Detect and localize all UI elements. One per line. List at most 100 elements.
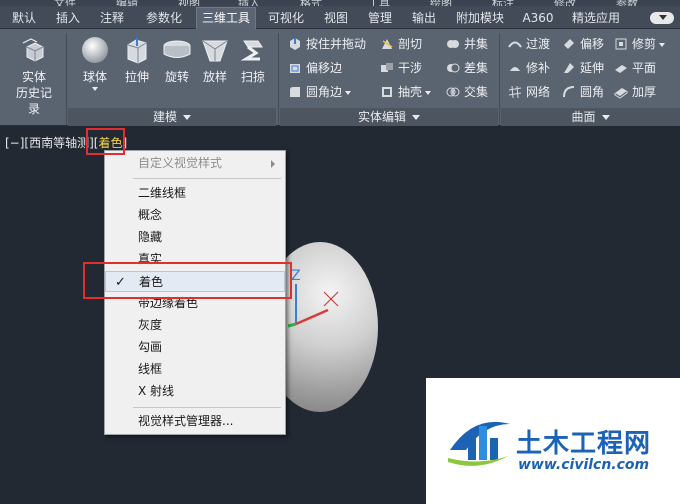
tab-default[interactable]: 默认 (6, 8, 42, 28)
intersect-icon (446, 87, 460, 97)
menu-item-label: 勾画 (138, 340, 163, 354)
solid-history-icon (22, 38, 44, 62)
presspull-label: 按住并拖动 (306, 37, 367, 51)
panel-divider (66, 33, 67, 125)
subtract-button[interactable]: 差集 (446, 59, 488, 77)
sweep-label: 扫掠 (240, 70, 265, 84)
surface-thicken-button[interactable]: 加厚 (614, 83, 656, 101)
tab-visualize[interactable]: 可视化 (262, 8, 310, 28)
ribbon: 实体 历史记录 球体 拉伸 旋转 放样 扫掠 建模 按住并拖动 偏移边 圆角边 … (0, 29, 680, 126)
ribbon-options-dropdown-icon[interactable] (650, 12, 674, 24)
menu-item-label: 视觉样式管理器... (138, 414, 234, 428)
menu-item-wireframe[interactable]: 线框 (105, 359, 285, 380)
tab-a360[interactable]: A360 (518, 8, 558, 28)
surface-trim-button[interactable]: 修剪 (614, 35, 666, 53)
revolve-icon (163, 40, 191, 58)
fillet-edge-button[interactable]: 圆角边 (288, 83, 352, 101)
chevron-down-icon (183, 115, 191, 120)
menu-item-shades-of-gray[interactable]: 灰度 (105, 315, 285, 336)
fillet-edge-icon (290, 87, 300, 97)
slice-button[interactable]: 剖切 (380, 35, 422, 53)
sweep-button[interactable]: 扫掠 (234, 33, 272, 85)
menu-item-hidden[interactable]: 隐藏 (105, 227, 285, 248)
extrude-icon (127, 38, 147, 64)
network-icon (508, 85, 522, 99)
offset-edge-label: 偏移边 (306, 61, 343, 75)
civilcn-logo-icon (448, 421, 510, 466)
extrude-button[interactable]: 拉伸 (118, 33, 156, 85)
surface-offset-button[interactable]: 偏移 (562, 35, 604, 53)
tab-view[interactable]: 视图 (318, 8, 354, 28)
shell-dropdown-icon[interactable] (425, 90, 432, 95)
menu-item-label: 概念 (138, 208, 163, 222)
tab-annotate[interactable]: 注释 (94, 8, 130, 28)
revolve-button[interactable]: 旋转 (158, 33, 196, 85)
surface-network-label: 网络 (526, 85, 551, 99)
surface-panel-label: 曲面 (571, 110, 596, 124)
surface-patch-label: 修补 (526, 61, 551, 75)
surface-blend-button[interactable]: 过渡 (508, 35, 550, 53)
interfere-button[interactable]: 干涉 (380, 59, 422, 77)
viewport-controls-label[interactable]: [−][西南等轴测] (5, 136, 94, 150)
tab-addins[interactable]: 附加模块 (450, 8, 510, 28)
offset-icon (564, 39, 574, 49)
fillet-edge-dropdown-icon[interactable] (345, 90, 352, 95)
surface-trim-label: 修剪 (632, 37, 657, 51)
extrude-label: 拉伸 (124, 70, 149, 84)
menu-item-label: 自定义视觉样式 (138, 156, 223, 170)
union-label: 并集 (464, 37, 489, 51)
sphere-icon (82, 37, 108, 63)
surface-panel-title[interactable]: 曲面 (501, 108, 680, 126)
panel-divider (278, 33, 279, 125)
menu-item-label: 线框 (138, 362, 163, 376)
trim-dropdown-icon[interactable] (659, 42, 666, 47)
tab-manage[interactable]: 管理 (362, 8, 398, 28)
watermark: 土木工程网 www.civilcn.com (426, 378, 680, 504)
menu-item-visual-styles-manager[interactable]: 视觉样式管理器... (105, 411, 285, 432)
surface-planar-button[interactable]: 平面 (614, 59, 656, 77)
loft-button[interactable]: 放样 (196, 33, 234, 85)
tab-3d-tools[interactable]: 三维工具 (196, 7, 256, 29)
surface-network-button[interactable]: 网络 (508, 83, 550, 101)
surface-extend-label: 延伸 (580, 61, 605, 75)
menu-item-custom-visual-style[interactable]: 自定义视觉样式 (105, 153, 285, 174)
slice-label: 剖切 (398, 37, 423, 51)
ribbon-tab-bar: 默认 插入 注释 参数化 三维工具 可视化 视图 管理 输出 附加模块 A360… (0, 6, 680, 29)
menu-item-2d-wireframe[interactable]: 二维线框 (105, 183, 285, 204)
panel-divider (499, 33, 500, 125)
intersect-button[interactable]: 交集 (446, 83, 488, 101)
tab-insert[interactable]: 插入 (50, 8, 86, 28)
sphere-dropdown-icon[interactable] (92, 87, 98, 91)
loft-label: 放样 (202, 70, 227, 84)
submenu-arrow-icon (271, 160, 275, 168)
menu-item-label: X 射线 (138, 384, 175, 398)
shell-button[interactable]: 抽壳 (380, 83, 432, 101)
surface-thicken-label: 加厚 (632, 85, 657, 99)
sweep-icon (240, 40, 263, 61)
surface-patch-button[interactable]: 修补 (508, 59, 550, 77)
solid-editing-panel-title[interactable]: 实体编辑 (280, 108, 498, 126)
surface-fillet-button[interactable]: 圆角 (562, 83, 604, 101)
tab-parametric[interactable]: 参数化 (140, 8, 188, 28)
solid-editing-panel-label: 实体编辑 (357, 110, 406, 124)
sphere-button[interactable]: 球体 (76, 33, 114, 91)
surface-blend-label: 过渡 (526, 37, 551, 51)
modeling-panel-label: 建模 (152, 110, 177, 124)
sphere-label: 球体 (82, 70, 107, 84)
menu-item-xray[interactable]: X 射线 (105, 381, 285, 402)
offset-edge-button[interactable]: 偏移边 (288, 59, 342, 77)
menu-divider (133, 407, 281, 408)
surface-extend-button[interactable]: 延伸 (562, 59, 604, 77)
menu-item-sketchy[interactable]: 勾画 (105, 337, 285, 358)
subtract-icon (447, 63, 460, 73)
union-button[interactable]: 并集 (446, 35, 488, 53)
tab-output[interactable]: 输出 (406, 8, 442, 28)
menu-item-label: 二维线框 (138, 186, 187, 200)
menu-item-conceptual[interactable]: 概念 (105, 205, 285, 226)
thicken-icon (614, 88, 628, 99)
modeling-panel-title[interactable]: 建模 (68, 108, 276, 126)
tab-featured-apps[interactable]: 精选应用 (566, 8, 626, 28)
watermark-url: www.civilcn.com (518, 457, 650, 473)
presspull-button[interactable]: 按住并拖动 (288, 35, 366, 53)
solid-history-button[interactable]: 实体 历史记录 (12, 33, 56, 117)
